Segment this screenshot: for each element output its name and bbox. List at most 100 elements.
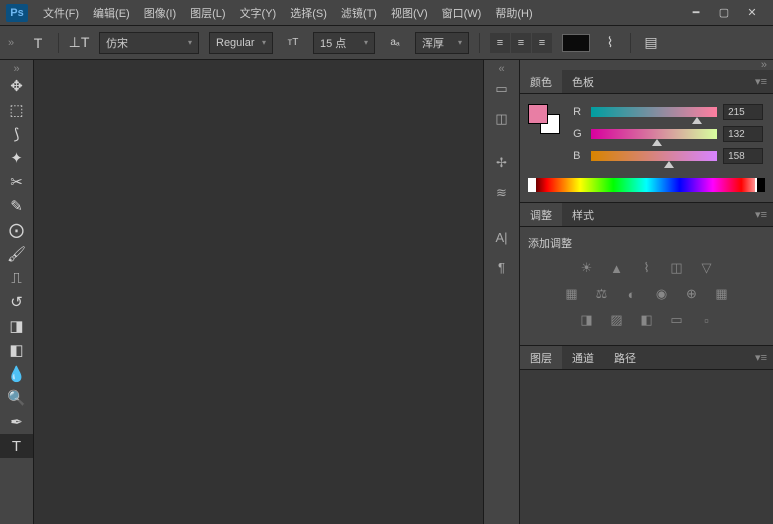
history-panel-icon[interactable]: ▭ [484,74,519,104]
tab-channels[interactable]: 通道 [562,346,604,369]
healing-brush-tool-icon[interactable]: ⨀ [0,218,33,242]
toolbox-collapse-icon[interactable]: » [0,64,33,74]
pen-tool-icon[interactable]: ✒ [0,410,33,434]
vibrance-icon[interactable]: ▽ [698,259,716,277]
gradient-tool-icon[interactable]: ◧ [0,338,33,362]
options-bar: » T ⊥T 仿宋 ▾ Regular ▾ тT 15 点 ▾ aₐ 浑厚 ▾ … [0,26,773,60]
clone-stamp-tool-icon[interactable]: ⎍ [0,266,33,290]
color-panel: R G B [520,94,773,203]
layers-panel-menu-icon[interactable]: ▾≡ [755,351,767,364]
menu-type[interactable]: 文字(Y) [233,0,284,25]
menu-image[interactable]: 图像(I) [137,0,183,25]
g-value-input[interactable] [723,126,763,142]
align-center-icon[interactable]: ≡ [511,33,531,53]
window-minimize-icon[interactable]: ━ [687,4,705,22]
black-white-icon[interactable]: ◐ [623,285,641,303]
type-tool-preset-icon[interactable]: T [28,33,48,53]
properties-panel-icon[interactable]: ◫ [484,104,519,134]
menu-layer[interactable]: 图层(L) [183,0,232,25]
workspace: » ✥ ⬚ ⟆ ✦ ✂ ✎ ⨀ 🖌 ⎍ ↺ ◨ ◧ 💧 🔍 ✒ T « ▭ ◫ … [0,60,773,524]
menu-help[interactable]: 帮助(H) [488,0,539,25]
character-panel-icon[interactable]: ▤ [641,33,661,53]
dock-collapse-icon[interactable]: « [484,64,519,74]
g-slider[interactable] [591,129,717,139]
menu-file[interactable]: 文件(F) [36,0,86,25]
font-weight-dropdown[interactable]: Regular ▾ [209,32,273,54]
tab-adjustments[interactable]: 调整 [520,203,562,226]
g-label: G [573,128,585,140]
brushes-panel-icon[interactable]: ✢ [484,148,519,178]
eraser-tool-icon[interactable]: ◨ [0,314,33,338]
color-lookup-icon[interactable]: ▦ [713,285,731,303]
b-value-input[interactable] [723,148,763,164]
adjust-caption: 添加调整 [528,235,765,251]
dodge-tool-icon[interactable]: 🔍 [0,386,33,410]
text-color-swatch[interactable] [562,34,590,52]
b-slider[interactable] [591,151,717,161]
hue-saturation-icon[interactable]: ▦ [563,285,581,303]
color-panel-menu-icon[interactable]: ▾≡ [755,75,767,88]
brush-tool-icon[interactable]: 🖌 [0,242,33,266]
tab-swatches[interactable]: 色板 [562,70,604,93]
move-tool-icon[interactable]: ✥ [0,74,33,98]
color-balance-icon[interactable]: ⚖ [593,285,611,303]
blur-tool-icon[interactable]: 💧 [0,362,33,386]
marquee-tool-icon[interactable]: ⬚ [0,98,33,122]
menu-filter[interactable]: 滤镜(T) [334,0,384,25]
channel-mixer-icon[interactable]: ⊕ [683,285,701,303]
font-family-dropdown[interactable]: 仿宋 ▾ [99,32,199,54]
r-value-input[interactable] [723,104,763,120]
paragraph-docked-icon[interactable]: ¶ [484,252,519,282]
chevron-down-icon: ▾ [364,38,368,47]
window-close-icon[interactable]: ✕ [743,4,761,22]
color-spectrum[interactable] [528,178,765,192]
menu-edit[interactable]: 编辑(E) [86,0,137,25]
color-panel-tabs: 颜色 色板 ▾≡ [520,70,773,94]
posterize-icon[interactable]: ▨ [608,311,626,329]
warp-text-icon[interactable]: ⌇ [600,33,620,53]
eyedropper-tool-icon[interactable]: ✎ [0,194,33,218]
crop-tool-icon[interactable]: ✂ [0,170,33,194]
tab-layers[interactable]: 图层 [520,346,562,369]
menu-select[interactable]: 选择(S) [283,0,334,25]
chevron-down-icon: ▾ [458,38,462,47]
foreground-background-swatches[interactable] [528,104,560,134]
text-orientation-icon[interactable]: ⊥T [69,33,89,53]
type-tool-icon[interactable]: T [0,434,33,458]
menu-window[interactable]: 窗口(W) [435,0,489,25]
brightness-contrast-icon[interactable]: ☀ [578,259,596,277]
right-panel-area: « ▭ ◫ ✢ ≋ A| ¶ » 颜色 色板 ▾≡ [483,60,773,524]
layers-list[interactable] [520,370,773,524]
window-maximize-icon[interactable]: ▢ [715,4,733,22]
anti-alias-icon: aₐ [385,33,405,53]
adjust-panel-menu-icon[interactable]: ▾≡ [755,208,767,221]
character-docked-icon[interactable]: A| [484,222,519,252]
lasso-tool-icon[interactable]: ⟆ [0,122,33,146]
gradient-map-icon[interactable]: ▭ [668,311,686,329]
font-size-dropdown[interactable]: 15 点 ▾ [313,32,375,54]
chevron-down-icon: ▾ [188,38,192,47]
levels-icon[interactable]: ▲ [608,259,626,277]
tab-color[interactable]: 颜色 [520,70,562,93]
align-right-icon[interactable]: ≡ [532,33,552,53]
anti-alias-dropdown[interactable]: 浑厚 ▾ [415,32,469,54]
magic-wand-tool-icon[interactable]: ✦ [0,146,33,170]
canvas-area[interactable] [34,60,483,524]
align-left-icon[interactable]: ≡ [490,33,510,53]
history-brush-tool-icon[interactable]: ↺ [0,290,33,314]
foreground-color-swatch[interactable] [528,104,548,124]
tab-paths[interactable]: 路径 [604,346,646,369]
optbar-collapse-icon[interactable]: » [8,26,18,59]
selective-color-icon[interactable]: ▫ [698,311,716,329]
layers-panel [520,370,773,524]
exposure-icon[interactable]: ◫ [668,259,686,277]
menu-view[interactable]: 视图(V) [384,0,435,25]
r-slider[interactable] [591,107,717,117]
threshold-icon[interactable]: ◧ [638,311,656,329]
brush-presets-panel-icon[interactable]: ≋ [484,178,519,208]
curves-icon[interactable]: ⌇ [638,259,656,277]
tab-styles[interactable]: 样式 [562,203,604,226]
invert-icon[interactable]: ◨ [578,311,596,329]
photo-filter-icon[interactable]: ◉ [653,285,671,303]
panelstack-collapse-icon[interactable]: » [520,60,773,70]
